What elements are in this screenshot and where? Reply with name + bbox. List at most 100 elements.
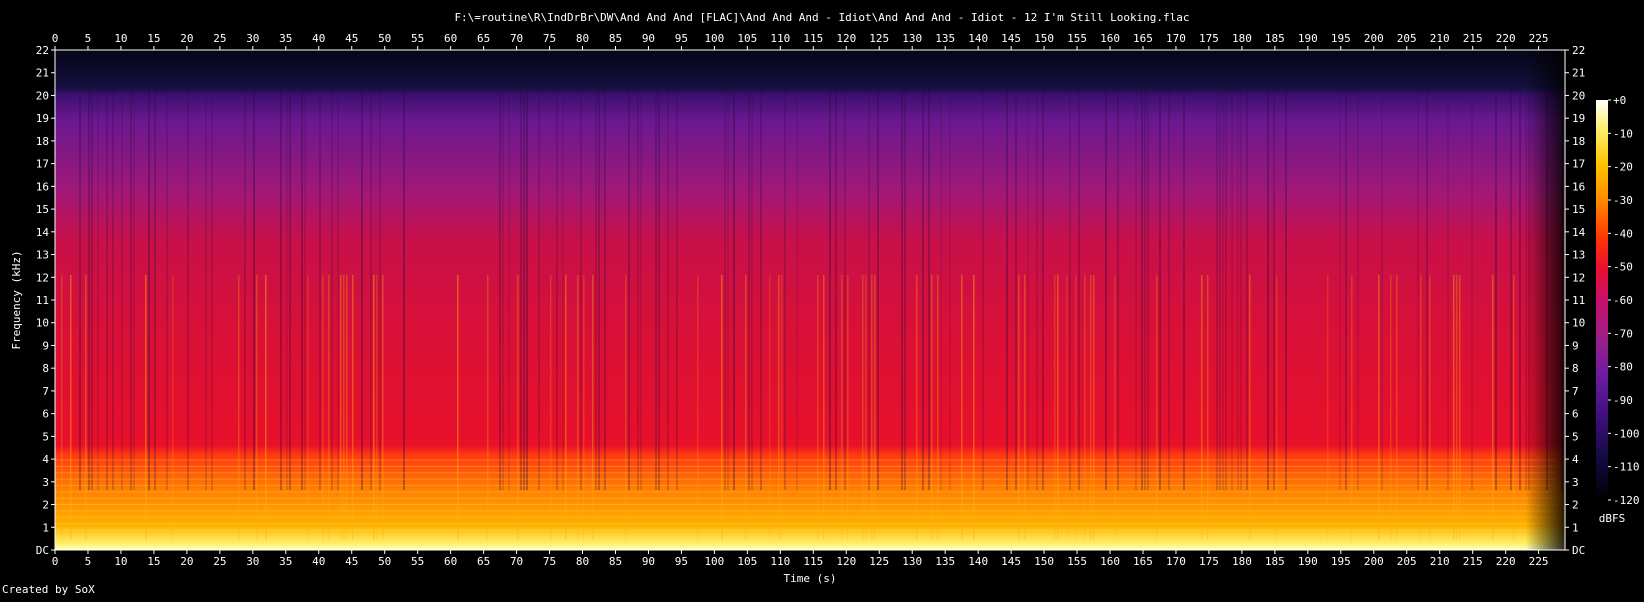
x-tick-label: 65 — [477, 555, 490, 568]
transient-stripe — [577, 275, 579, 540]
x-tick-label: 55 — [411, 555, 424, 568]
x-tick-label: 105 — [737, 555, 757, 568]
transient-stripe — [1156, 275, 1158, 540]
x-tick-label: 70 — [510, 555, 523, 568]
x-tick-label: 80 — [576, 32, 589, 45]
harmonic-band — [55, 523, 1557, 525]
transient-stripe — [382, 275, 384, 540]
transient-stripe — [376, 275, 378, 540]
dropout-stripe — [1168, 90, 1170, 490]
dropout-stripe — [835, 90, 837, 490]
x-tick-label: 165 — [1133, 555, 1153, 568]
transient-stripe — [328, 275, 330, 540]
transient-stripe — [517, 275, 519, 540]
dropout-stripe — [379, 90, 381, 490]
dropout-stripe — [604, 90, 606, 490]
transient-stripe — [721, 275, 723, 540]
y-axis-left: DC12345678910111213141516171819202122 — [36, 44, 55, 557]
dropout-stripe — [1135, 90, 1137, 490]
dropout-stripe — [667, 90, 669, 490]
y-tick-label: 15 — [1572, 203, 1585, 216]
transient-stripe — [1018, 275, 1020, 540]
y-tick-label: 13 — [1572, 249, 1585, 262]
dropout-stripe — [901, 90, 903, 490]
transient-stripe — [1201, 275, 1203, 540]
x-tick-label: 95 — [675, 555, 688, 568]
dropout-stripe — [130, 90, 132, 490]
transient-stripe — [1276, 275, 1278, 540]
x-tick-label: 145 — [1001, 32, 1021, 45]
y-tick-label: 19 — [36, 112, 49, 125]
dropout-stripe — [1381, 90, 1383, 490]
transient-stripe — [1492, 275, 1494, 540]
transient-stripe — [769, 275, 771, 540]
x-tick-label: 50 — [378, 555, 391, 568]
y-tick-label: 9 — [1572, 339, 1579, 352]
y-tick-label: 5 — [42, 430, 49, 443]
transient-stripe — [916, 275, 918, 540]
transient-stripe — [1420, 275, 1422, 540]
transient-stripe — [1351, 275, 1353, 540]
x-tick-label: 20 — [180, 555, 193, 568]
transient-stripe — [1378, 275, 1380, 540]
transient-stripe — [1249, 275, 1251, 540]
x-tick-label: 170 — [1166, 555, 1186, 568]
dropout-stripe — [1357, 90, 1359, 490]
dropout-stripe — [1117, 90, 1119, 490]
dropout-stripe — [1495, 90, 1497, 490]
x-tick-label: 40 — [312, 32, 325, 45]
transient-stripe — [871, 275, 873, 540]
dropout-stripe — [370, 90, 372, 490]
harmonic-band — [55, 504, 1557, 506]
dropout-stripe — [1240, 90, 1242, 490]
x-tick-label: 5 — [85, 555, 92, 568]
x-tick-label: 225 — [1529, 555, 1549, 568]
x-tick-label: 70 — [510, 32, 523, 45]
dropout-stripe — [289, 90, 291, 490]
x-tick-label: 90 — [642, 555, 655, 568]
x-tick-label: 5 — [85, 32, 92, 45]
y-tick-label: 12 — [1572, 271, 1585, 284]
x-tick-label: 10 — [114, 555, 127, 568]
colorbar-gradient — [1596, 100, 1608, 500]
transient-stripe — [238, 275, 240, 540]
x-tick-label: 185 — [1265, 555, 1285, 568]
spectrogram-chart: F:\=routine\R\IndDrBr\DW\And And And [FL… — [0, 0, 1644, 598]
x-tick-label: 45 — [345, 555, 358, 568]
dropout-stripe — [337, 90, 339, 490]
y-tick-label: 11 — [1572, 294, 1585, 307]
y-tick-label: 4 — [42, 453, 49, 466]
x-tick-label: 220 — [1496, 32, 1516, 45]
x-tick-label: 175 — [1199, 555, 1219, 568]
transient-stripe — [1075, 275, 1077, 540]
x-tick-label: 130 — [902, 555, 922, 568]
y-tick-label: 18 — [36, 135, 49, 148]
dropout-stripe — [655, 90, 657, 490]
x-tick-label: 190 — [1298, 32, 1318, 45]
transient-stripe — [1057, 275, 1059, 540]
transient-stripe — [1114, 275, 1116, 540]
transient-stripe — [592, 275, 594, 540]
dropout-stripe — [640, 90, 642, 490]
harmonic-band — [55, 497, 1557, 499]
harmonic-band — [55, 535, 1557, 538]
dropout-stripe — [148, 90, 150, 490]
y-tick-label: 20 — [1572, 89, 1585, 102]
dropout-stripe — [1417, 90, 1419, 490]
transient-stripe — [1513, 275, 1515, 540]
transient-stripe — [841, 275, 843, 540]
dropout-stripe — [319, 90, 321, 490]
x-tick-label: 80 — [576, 555, 589, 568]
dropout-stripe — [286, 90, 288, 490]
y-tick-label: 8 — [1572, 362, 1579, 375]
transient-stripe — [778, 275, 780, 540]
x-tick-label: 210 — [1430, 555, 1450, 568]
dropout-stripe — [1105, 90, 1107, 490]
dropout-stripe — [91, 90, 93, 490]
x-tick-label: 215 — [1463, 555, 1483, 568]
dropout-stripe — [877, 90, 879, 490]
x-tick-label: 75 — [543, 555, 556, 568]
x-tick-label: 85 — [609, 555, 622, 568]
transient-stripe — [823, 275, 825, 540]
x-tick-label: 200 — [1364, 32, 1384, 45]
